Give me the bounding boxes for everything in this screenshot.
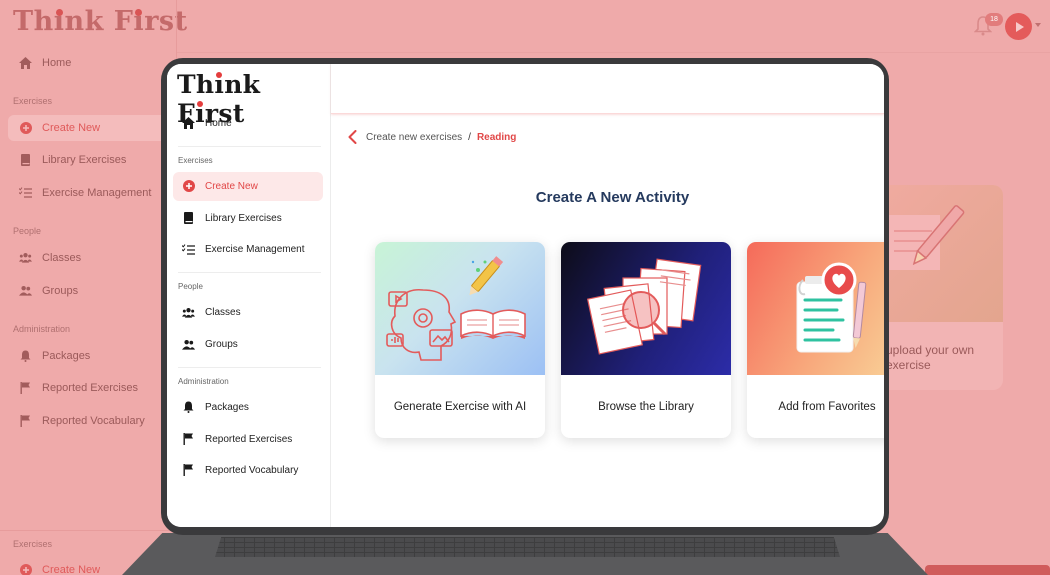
background-logo: Thınk Fırst [13,6,188,37]
add-from-favorites-card[interactable]: Add from Favorites [747,242,884,438]
background-section-administration: Administration [13,324,71,334]
flag-icon [19,414,32,427]
sidebar-divider [178,272,321,273]
sidebar-item-groups-label: Groups [205,338,238,350]
sidebar-section-exercises: Exercises [178,156,213,165]
background-nav-home[interactable]: Home [19,56,71,69]
user-group-icon [182,338,195,351]
sidebar-item-exercise-management[interactable]: Exercise Management [182,238,305,260]
background-nav-create-new[interactable]: Create New [19,121,100,134]
browse-library-label: Browse the Library [598,400,694,413]
breadcrumb-separator: / [468,131,471,143]
sidebar-item-exercise-management-label: Exercise Management [205,243,305,255]
book-icon [19,153,32,166]
background-topbar-divider [177,52,1050,53]
background-section-people: People [13,226,42,236]
background-nav-classes[interactable]: Classes [19,251,81,264]
sidebar-item-classes[interactable]: Classes [182,301,241,323]
plus-circle-icon [19,563,32,575]
users-icon [19,251,32,264]
plus-circle-icon [182,180,195,193]
background-nav-reported-exercises-label: Reported Exercises [42,381,138,394]
sidebar-item-home-label: Home [205,117,232,129]
background-upload-card[interactable]: upload your own exercise [880,185,1003,390]
background-nav-reported-vocabulary[interactable]: Reported Vocabulary [19,414,145,427]
chevron-down-icon[interactable] [1035,23,1041,27]
chevron-left-icon[interactable] [348,130,360,144]
book-icon [182,212,195,225]
background-bottom-divider [0,530,176,531]
notification-badge: 18 [985,13,1003,26]
background-nav-management[interactable]: Exercise Management [19,186,151,199]
generate-exercise-label: Generate Exercise with AI [393,400,527,413]
sidebar: Thınk Fırst Home Exercises Create New Li… [167,64,331,527]
list-check-icon [182,243,195,256]
background-nav-groups-label: Groups [42,284,79,297]
sidebar-item-library-exercises-label: Library Exercises [205,212,282,224]
user-group-icon [19,284,32,297]
home-icon [19,56,32,69]
plus-circle-icon [19,121,32,134]
user-avatar[interactable] [1005,13,1032,40]
background-nav-reported-vocabulary-label: Reported Vocabulary [42,414,145,427]
sidebar-item-reported-vocabulary-label: Reported Vocabulary [205,464,299,476]
keyboard-keys [215,537,840,557]
laptop-keyboard [215,537,840,557]
breadcrumb: Create new exercises / Reading [348,130,516,144]
list-check-icon [19,186,32,199]
laptop-screen: Thınk Fırst Home Exercises Create New Li… [167,64,884,527]
background-nav-home-label: Home [42,56,72,69]
background-nav-packages[interactable]: Packages [19,349,90,362]
sidebar-item-library-exercises[interactable]: Library Exercises [182,207,282,229]
sidebar-item-packages[interactable]: Packages [182,396,249,418]
upload-card-image [880,185,1003,322]
sidebar-item-reported-exercises-label: Reported Exercises [205,433,293,445]
sidebar-item-reported-vocabulary[interactable]: Reported Vocabulary [182,459,298,481]
top-bar [331,64,884,114]
background-nav-groups[interactable]: Groups [19,284,78,297]
background-bottom-create-new[interactable]: Create New [19,563,100,575]
background-nav-packages-label: Packages [42,349,91,362]
favorites-illustration [747,242,884,375]
flag-icon [182,464,195,477]
sidebar-item-create-new-label: Create New [205,180,258,192]
sidebar-section-administration: Administration [178,377,229,386]
background-section-exercises: Exercises [13,96,53,106]
sidebar-divider [178,367,321,368]
sidebar-item-groups[interactable]: Groups [182,333,238,355]
home-icon [182,117,195,130]
background-bottom-create-new-label: Create New [42,563,101,575]
users-icon [182,306,195,319]
background-nav-reported-exercises[interactable]: Reported Exercises [19,381,138,394]
ai-illustration [375,242,545,375]
background-bottom-right-button[interactable] [925,565,1050,575]
library-illustration [561,242,731,375]
background-nav-library-label: Library Exercises [42,153,127,166]
breadcrumb-parent[interactable]: Create new exercises [366,132,462,143]
bell-icon [182,401,195,414]
background-nav-library[interactable]: Library Exercises [19,153,126,166]
sidebar-item-home[interactable]: Home [182,112,232,134]
sidebar-item-classes-label: Classes [205,306,241,318]
sidebar-item-create-new[interactable]: Create New [182,175,258,197]
flag-icon [19,381,32,394]
background-nav-management-label: Exercise Management [42,186,152,199]
background-nav-classes-label: Classes [42,251,82,264]
flag-icon [182,433,195,446]
page-title: Create A New Activity [535,189,690,206]
sidebar-item-reported-exercises[interactable]: Reported Exercises [182,428,292,450]
sidebar-item-packages-label: Packages [205,401,249,413]
generate-exercise-card[interactable]: Generate Exercise with AI [375,242,545,438]
bell-icon [19,349,32,362]
background-nav-create-new-label: Create New [42,121,101,134]
browse-library-card[interactable]: Browse the Library [561,242,731,438]
breadcrumb-current: Reading [476,131,517,143]
sidebar-section-people: People [178,282,203,291]
upload-card-text: upload your own exercise [886,343,975,372]
background-bottom-section: Exercises [13,539,53,549]
sidebar-divider [178,146,321,147]
add-from-favorites-label: Add from Favorites [778,400,876,413]
